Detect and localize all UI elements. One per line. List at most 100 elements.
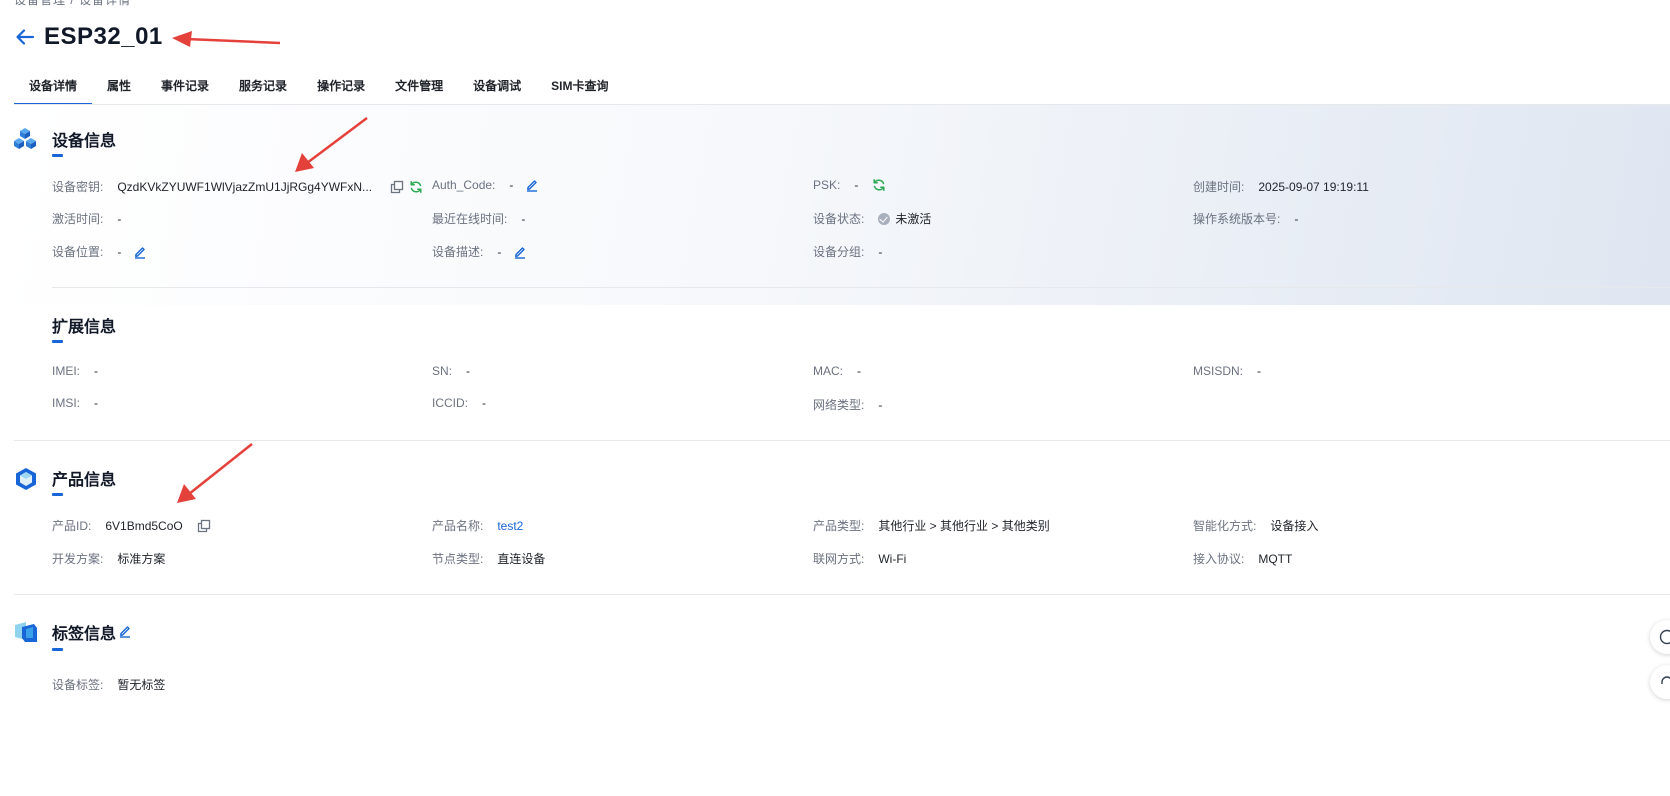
field-product-type: 产品类型: 其他行业 > 其他行业 > 其他类别 (813, 517, 1050, 534)
field-activated-time: 激活时间: - (52, 210, 121, 227)
page-title: ESP32_01 (44, 23, 163, 50)
tab-service-log[interactable]: 服务记录 (224, 75, 302, 105)
field-label: 联网方式: (813, 552, 865, 566)
hexagon-icon (16, 468, 36, 490)
smart-mode-value: 设备接入 (1270, 519, 1319, 533)
field-device-description: 设备描述: - (432, 243, 527, 260)
tab-sim-query[interactable]: SIM卡查询 (536, 75, 623, 105)
help-float-button[interactable] (1650, 620, 1670, 654)
field-label: 设备密钥: (52, 180, 104, 194)
tag-icon (15, 622, 37, 642)
field-device-status: 设备状态: 未激活 (813, 210, 931, 227)
copy-icon[interactable] (197, 519, 211, 533)
product-type-value: 其他行业 > 其他行业 > 其他类别 (878, 519, 1050, 533)
field-label: Auth_Code: (432, 178, 496, 192)
back-arrow-icon[interactable] (14, 26, 36, 48)
tab-operation-log[interactable]: 操作记录 (302, 75, 380, 105)
field-network-type: 网络类型: - (813, 396, 882, 413)
field-net-mode: 联网方式: Wi-Fi (813, 550, 906, 567)
device-info-background (14, 105, 1670, 305)
field-label: MAC: (813, 364, 843, 378)
tab-device-debug[interactable]: 设备调试 (458, 75, 536, 105)
field-label: 操作系统版本号: (1193, 212, 1281, 226)
field-label: 设备状态: (813, 212, 865, 226)
field-product-id: 产品ID: 6V1Bmd5CoO (52, 517, 211, 534)
field-label: 设备描述: (432, 245, 484, 259)
field-created-time: 创建时间: 2025-09-07 19:19:11 (1193, 178, 1369, 195)
tab-device-detail[interactable]: 设备详情 (14, 75, 93, 105)
ext-info-title: 扩展信息 (52, 319, 117, 336)
edit-icon[interactable] (513, 245, 527, 259)
section-divider (14, 440, 1670, 441)
field-label: 产品类型: (813, 519, 865, 533)
field-label: ICCID: (432, 396, 468, 410)
field-label: IMEI: (52, 364, 81, 378)
support-float-button[interactable] (1650, 665, 1670, 699)
section-underline (52, 493, 63, 496)
field-auth-code: Auth_Code: - (432, 178, 539, 192)
field-label: 接入协议: (1193, 552, 1245, 566)
field-node-type: 节点类型: 直连设备 (432, 550, 545, 567)
device-description-value: - (497, 244, 502, 259)
field-dev-plan: 开发方案: 标准方案 (52, 550, 165, 567)
imei-value: - (94, 364, 99, 378)
field-smart-mode: 智能化方式: 设备接入 (1193, 517, 1318, 534)
check-circle-icon (878, 212, 891, 225)
tab-bar: 设备详情 属性 事件记录 服务记录 操作记录 文件管理 设备调试 SIM卡查询 (14, 75, 623, 105)
field-label: 设备分组: (813, 245, 865, 259)
field-product-name: 产品名称: test2 (432, 517, 523, 534)
section-divider (14, 594, 1670, 595)
field-device-group: 设备分组: - (813, 243, 882, 260)
tab-event-log[interactable]: 事件记录 (146, 75, 224, 105)
auth-code-value: - (509, 178, 514, 192)
field-label: PSK: (813, 178, 841, 192)
device-status-value: 未激活 (895, 212, 932, 226)
field-label: IMSI: (52, 396, 81, 410)
copy-icon[interactable] (390, 180, 404, 194)
sn-value: - (466, 364, 471, 378)
field-imei: IMEI: - (52, 364, 98, 378)
field-device-location: 设备位置: - (52, 243, 147, 260)
edit-icon[interactable] (118, 624, 132, 638)
annotation-arrow (177, 443, 253, 503)
tab-file-management[interactable]: 文件管理 (380, 75, 458, 105)
field-os-version: 操作系统版本号: - (1193, 210, 1298, 227)
section-underline (52, 648, 63, 651)
field-label: 设备标签: (52, 678, 104, 692)
refresh-icon[interactable] (409, 180, 423, 194)
edit-icon[interactable] (133, 245, 147, 259)
field-label: 节点类型: (432, 552, 484, 566)
field-label: 最近在线时间: (432, 212, 508, 226)
field-protocol: 接入协议: MQTT (1193, 550, 1292, 567)
device-location-value: - (117, 244, 122, 259)
device-info-title: 设备信息 (52, 133, 117, 150)
section-divider (52, 287, 1670, 288)
protocol-value: MQTT (1258, 551, 1293, 566)
field-label: 网络类型: (813, 398, 865, 412)
field-label: MSISDN: (1193, 364, 1244, 378)
field-label: 设备位置: (52, 245, 104, 259)
refresh-icon[interactable] (872, 178, 886, 192)
device-secret-value: QzdKVkZYUWF1WlVjazZmU1JjRGg4YWFxN... (117, 179, 373, 194)
field-device-tags: 设备标签: 暂无标签 (52, 676, 165, 693)
field-label: 开发方案: (52, 552, 104, 566)
tag-info-title: 标签信息 (52, 626, 117, 643)
iccid-value: - (482, 396, 486, 410)
field-label: 智能化方式: (1193, 519, 1257, 533)
last-online-value: - (521, 211, 526, 226)
product-id-value: 6V1Bmd5CoO (105, 518, 183, 533)
os-version-value: - (1294, 211, 1299, 226)
edit-icon[interactable] (525, 178, 539, 192)
tab-properties[interactable]: 属性 (92, 75, 146, 105)
field-psk: PSK: - (813, 178, 886, 192)
field-device-secret: 设备密钥: QzdKVkZYUWF1WlVjazZmU1JjRGg4YWFxN.… (52, 178, 423, 195)
field-label: 产品ID: (52, 519, 92, 533)
product-name-link[interactable]: test2 (497, 519, 523, 533)
network-type-value: - (878, 397, 883, 412)
headset-icon (1661, 676, 1670, 684)
net-mode-value: Wi-Fi (878, 551, 907, 566)
field-label: 产品名称: (432, 519, 484, 533)
field-iccid: ICCID: - (432, 396, 486, 410)
breadcrumb[interactable]: 设备管理 / 设备详情 (14, 0, 131, 8)
msisdn-value: - (1257, 364, 1262, 378)
